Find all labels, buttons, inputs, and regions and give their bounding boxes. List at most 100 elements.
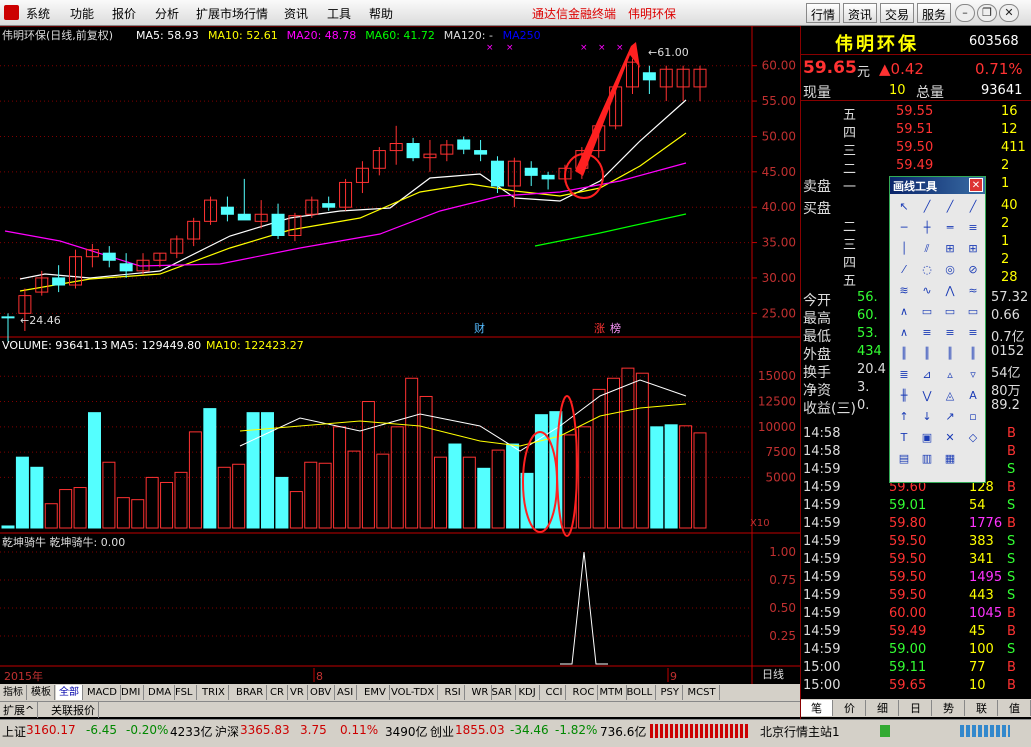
draw-tool-icon[interactable]: ⁄	[896, 262, 912, 278]
minimize-icon[interactable]: –	[955, 4, 975, 22]
server-name[interactable]: 北京行情主站1	[760, 723, 840, 740]
indicator-tab[interactable]: VR	[287, 685, 308, 700]
indicator-tab[interactable]: MCST	[685, 685, 720, 700]
indicator-tab[interactable]: 全部	[56, 685, 83, 700]
draw-tool-icon[interactable]: ↗	[942, 409, 958, 425]
draw-tool-icon[interactable]: ∧	[896, 325, 912, 341]
indicator-tab[interactable]: BOLL	[624, 685, 657, 700]
draw-tool-icon[interactable]: ║	[896, 346, 912, 362]
indicator-tab[interactable]: 模板	[28, 685, 55, 700]
indicator-tab[interactable]: MTM	[597, 685, 627, 700]
menu-system[interactable]: 系统	[26, 5, 50, 22]
menu-news[interactable]: 资讯	[284, 5, 308, 22]
draw-tool-icon[interactable]: ∿	[919, 283, 935, 299]
close-icon[interactable]: ✕	[999, 4, 1019, 22]
indicator-tab[interactable]: DMA	[145, 685, 176, 700]
draw-tool-icon[interactable]: ▭	[942, 304, 958, 320]
draw-tool-icon[interactable]: ║	[919, 346, 935, 362]
draw-tool-icon[interactable]: ◬	[942, 388, 958, 404]
draw-tool-icon[interactable]: ⊿	[919, 367, 935, 383]
indicator-tab[interactable]: SAR	[489, 685, 516, 700]
bottom-tab[interactable]: 关联报价	[48, 702, 99, 718]
bottom-tab[interactable]: 扩展^	[0, 702, 39, 718]
indicator-tab[interactable]: CR	[267, 685, 288, 700]
panel-tab[interactable]: 笔	[801, 700, 833, 716]
draw-tool-icon[interactable]: ⫽	[919, 241, 935, 257]
indicator-tab[interactable]: 指标	[0, 685, 27, 700]
chart-area[interactable]: 60.00 55.00 50.00 45.00 40.00 35.00 30.00 25.00…	[0, 26, 800, 684]
draw-tool-icon[interactable]: ◌	[919, 262, 935, 278]
draw-tool-icon[interactable]: ▭	[965, 304, 981, 320]
indicator-tab[interactable]: CCI	[543, 685, 567, 700]
btn-quote[interactable]: 行情	[806, 3, 841, 23]
draw-tool-icon[interactable]: ≡	[919, 325, 935, 341]
draw-tool-icon[interactable]: ╱	[965, 199, 981, 215]
draw-tool-icon[interactable]: ║	[942, 346, 958, 362]
draw-tool-icon[interactable]: ╫	[896, 388, 912, 404]
indicator-tab[interactable]: RSI	[442, 685, 465, 700]
indicator-tab[interactable]: TRIX	[199, 685, 229, 700]
draw-tool-icon[interactable]: ↓	[919, 409, 935, 425]
draw-tool-icon[interactable]: ⋁	[919, 388, 935, 404]
draw-tool-icon[interactable]: ▤	[896, 451, 912, 467]
draw-tool-icon[interactable]: ⊞	[965, 241, 981, 257]
draw-tool-icon[interactable]: ╱	[942, 199, 958, 215]
indicator-tab[interactable]: ASI	[334, 685, 358, 700]
indicator-tab[interactable]: FSL	[172, 685, 197, 700]
draw-tool-icon[interactable]: ╱	[919, 199, 935, 215]
indicator-tab[interactable]: OBV	[307, 685, 336, 700]
indicator-tab[interactable]: DMI	[118, 685, 145, 700]
drawing-toolbox[interactable]: 画线工具 ✕ ↖ ╱ ╱ ╱ ─ ┼ ═ ≡ │ ⫽ ⊞ ⊞ ⁄ ◌ ◎ ⊘ ≋ ∿ ⋀ ≈ ∧ ▭ ▭ ▭ ∧ ≡ ≡ ≡ ║ ║ ║ ║ ≣…	[889, 176, 986, 483]
indicator-tab[interactable]: ROC	[570, 685, 599, 700]
indicator-tab[interactable]: PSY	[658, 685, 683, 700]
panel-tab[interactable]: 细	[867, 700, 899, 716]
draw-tool-icon[interactable]: ≣	[896, 367, 912, 383]
draw-tool-icon[interactable]: ═	[942, 220, 958, 236]
draw-tool-icon[interactable]: ≡	[942, 325, 958, 341]
draw-tool-icon[interactable]: ▦	[942, 451, 958, 467]
menu-analysis[interactable]: 分析	[155, 5, 179, 22]
menu-help[interactable]: 帮助	[369, 5, 393, 22]
panel-tab[interactable]: 日	[900, 700, 932, 716]
draw-tool-icon[interactable]: ◎	[942, 262, 958, 278]
menu-function[interactable]: 功能	[70, 5, 94, 22]
draw-tool-icon[interactable]: ┼	[919, 220, 935, 236]
indicator-tab[interactable]: VOL-TDX	[388, 685, 439, 700]
draw-tool-icon[interactable]: ≡	[965, 325, 981, 341]
draw-tool-icon[interactable]: ▣	[919, 430, 935, 446]
draw-tool-icon[interactable]: ▿	[965, 367, 981, 383]
indicator-tab[interactable]: KDJ	[516, 685, 540, 700]
draw-tool-icon[interactable]: ▭	[919, 304, 935, 320]
panel-tab[interactable]: 联	[966, 700, 998, 716]
draw-tool-icon[interactable]: ⊘	[965, 262, 981, 278]
btn-trade[interactable]: 交易	[880, 3, 915, 23]
draw-tool-icon[interactable]: ─	[896, 220, 912, 236]
restore-icon[interactable]: ❐	[977, 4, 997, 22]
draw-tool-icon[interactable]: ▥	[919, 451, 935, 467]
draw-tool-icon[interactable]: ↖	[896, 199, 912, 215]
btn-news[interactable]: 资讯	[843, 3, 878, 23]
draw-tool-icon[interactable]: ≋	[896, 283, 912, 299]
draw-tool-icon[interactable]: │	[896, 241, 912, 257]
indicator-tab[interactable]: BRAR	[233, 685, 268, 700]
draw-tool-icon[interactable]: ≡	[965, 220, 981, 236]
draw-tool-icon[interactable]: ▵	[942, 367, 958, 383]
draw-tool-icon[interactable]: ∧	[896, 304, 912, 320]
indicator-tab[interactable]: MACD	[84, 685, 121, 700]
toolbox-close-icon[interactable]: ✕	[969, 178, 983, 192]
draw-tool-icon[interactable]: T	[896, 430, 912, 446]
menu-tools[interactable]: 工具	[327, 5, 351, 22]
draw-tool-icon[interactable]: ⋀	[942, 283, 958, 299]
panel-tab[interactable]: 价	[834, 700, 866, 716]
btn-service[interactable]: 服务	[917, 3, 952, 23]
promo-stock[interactable]: 伟明环保	[628, 5, 676, 22]
panel-tab[interactable]: 势	[933, 700, 965, 716]
draw-tool-icon[interactable]: ≈	[965, 283, 981, 299]
draw-tool-icon[interactable]: ↑	[896, 409, 912, 425]
draw-tool-icon[interactable]: A	[965, 388, 981, 404]
menu-quote[interactable]: 报价	[112, 5, 136, 22]
menu-ext-market[interactable]: 扩展市场行情	[196, 5, 268, 22]
draw-tool-icon[interactable]: ⊞	[942, 241, 958, 257]
indicator-tab[interactable]: EMV	[361, 685, 390, 700]
draw-tool-icon[interactable]: ║	[965, 346, 981, 362]
